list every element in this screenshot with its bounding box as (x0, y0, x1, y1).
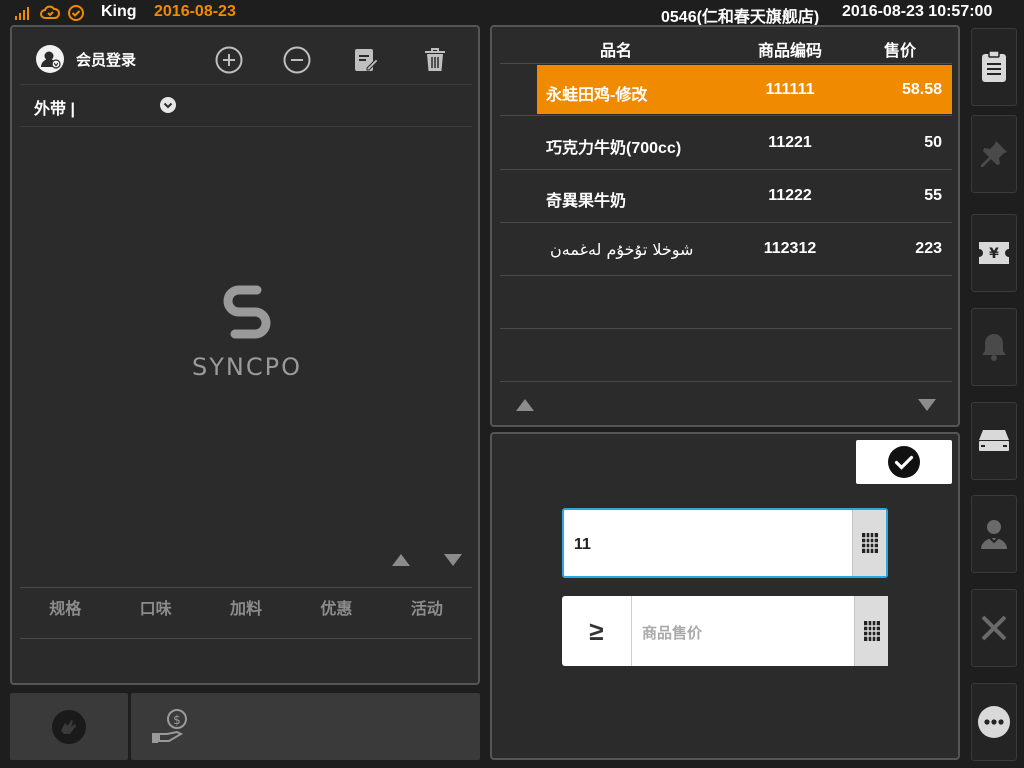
member-login-label: 会员登录 (76, 51, 137, 69)
column-name-header: 品名 (600, 43, 633, 60)
product-price: 50 (924, 134, 942, 151)
attribute-tabs: 规格 口味 加料 优惠 活动 (20, 587, 472, 639)
product-price: 223 (915, 240, 942, 257)
product-row[interactable]: 永蛙田鸡-修改 111111 58.58 (500, 63, 952, 116)
member-login-button[interactable]: 会员登录 (36, 43, 136, 75)
product-list-panel: 品名 商品编码 售价 永蛙田鸡-修改 111111 58.58 巧克力牛奶(70… (490, 25, 960, 427)
tab-spec[interactable]: 规格 (20, 588, 110, 638)
order-toolbar: 会员登录 (20, 35, 472, 85)
product-code-value: 11 (574, 536, 591, 553)
check-circle-icon (888, 446, 920, 478)
product-name: 奇異果牛奶 (546, 193, 627, 210)
signal-icon (15, 6, 33, 20)
business-date: 2016-08-23 (154, 3, 236, 20)
product-page-down-button[interactable] (917, 397, 937, 413)
more-icon (978, 706, 1010, 738)
add-item-button[interactable] (212, 43, 246, 77)
confirm-button[interactable] (856, 440, 952, 484)
order-list-button[interactable] (971, 28, 1017, 106)
chevron-down-icon (160, 97, 176, 113)
drawer-icon (979, 430, 1009, 451)
order-type-value: 外带 | (34, 101, 75, 118)
product-code: 11221 (768, 134, 812, 151)
order-type-select[interactable]: 外带 | (20, 85, 472, 127)
keypad-icon (863, 621, 880, 641)
trash-icon (425, 48, 445, 71)
price-filter: ≥ 商品售价 (562, 596, 888, 666)
yen-ticket-icon: ¥ (979, 242, 1009, 264)
tip-button[interactable] (10, 693, 128, 760)
product-name: 巧克力牛奶(700cc) (546, 140, 682, 157)
keypad-button[interactable] (852, 510, 886, 576)
pin-icon (981, 141, 1007, 167)
minus-circle-icon (283, 46, 311, 74)
svg-text:¥: ¥ (989, 246, 999, 262)
hold-order-button[interactable] (971, 115, 1017, 193)
product-name: شوخلا تۇخۇم لەغمەن (550, 240, 694, 259)
store-name: 0546(仁和春天旗舰店) (661, 9, 820, 26)
product-code-input[interactable]: 11 (562, 508, 888, 578)
product-price: 58.58 (901, 81, 942, 98)
product-code: 112312 (763, 240, 817, 257)
syncpo-logo-icon (223, 285, 271, 339)
hand-coin-icon (52, 709, 86, 744)
keypad-button[interactable] (854, 596, 888, 666)
product-price: 55 (924, 187, 942, 204)
product-page-up-button[interactable] (515, 397, 535, 413)
price-operator-button[interactable]: ≥ (562, 596, 632, 666)
remove-item-button[interactable] (280, 43, 314, 77)
coupon-button[interactable]: ¥ (971, 214, 1017, 292)
status-bar: King 2016-08-23 0546(仁和春天旗舰店) 2016-08-23… (0, 0, 1024, 26)
product-row[interactable]: 奇異果牛奶 11222 55 (500, 170, 952, 223)
product-name: 永蛙田鸡-修改 (546, 87, 648, 104)
cloud-sync-icon (40, 5, 60, 19)
plus-circle-icon (215, 46, 243, 74)
page-down-button[interactable] (443, 552, 463, 568)
user-name: King (101, 3, 137, 20)
edit-icon (355, 49, 379, 71)
tab-promotion[interactable]: 活动 (382, 588, 472, 638)
column-price-header: 售价 (884, 43, 917, 60)
close-button[interactable] (971, 589, 1017, 667)
order-panel: 会员登录 外带 | SYNCPO 规格 口味 加料 优惠 活动 (10, 25, 480, 685)
more-button[interactable] (971, 683, 1017, 761)
cashier-icon (981, 520, 1007, 549)
empty-row (500, 276, 952, 329)
page-up-button[interactable] (391, 552, 411, 568)
keypad-icon (861, 533, 878, 553)
empty-row (500, 329, 952, 382)
cash-hand-icon: $ (152, 709, 187, 743)
price-input[interactable]: 商品售价 (642, 622, 702, 643)
tab-discount[interactable]: 优惠 (291, 588, 381, 638)
close-icon (981, 615, 1007, 641)
delete-item-button[interactable] (418, 43, 452, 77)
cash-drawer-button[interactable] (971, 402, 1017, 480)
member-avatar-icon (36, 45, 64, 73)
product-table-header: 品名 商品编码 售价 (500, 27, 952, 63)
check-circle-icon (68, 5, 84, 21)
clock: 2016-08-23 10:57:00 (842, 3, 993, 20)
clipboard-icon (982, 50, 1006, 82)
svg-text:$: $ (173, 713, 181, 727)
product-code: 111111 (765, 81, 815, 98)
tab-addon[interactable]: 加料 (201, 588, 291, 638)
column-code-header: 商品编码 (758, 43, 823, 60)
logo-wordmark: SYNCPO (192, 353, 302, 381)
notification-button[interactable] (971, 308, 1017, 386)
product-code: 11222 (768, 187, 812, 204)
product-search-panel: 11 ≥ 商品售价 (490, 432, 960, 760)
syncpo-logo: SYNCPO (177, 282, 317, 392)
payment-button[interactable]: $ (131, 693, 480, 760)
bell-icon (982, 334, 1006, 361)
tab-flavor[interactable]: 口味 (110, 588, 200, 638)
cashier-button[interactable] (971, 495, 1017, 573)
product-row[interactable]: شوخلا تۇخۇم لەغمەن 112312 223 (500, 223, 952, 276)
product-row[interactable]: 巧克力牛奶(700cc) 11221 50 (500, 117, 952, 170)
edit-item-button[interactable] (349, 43, 383, 77)
